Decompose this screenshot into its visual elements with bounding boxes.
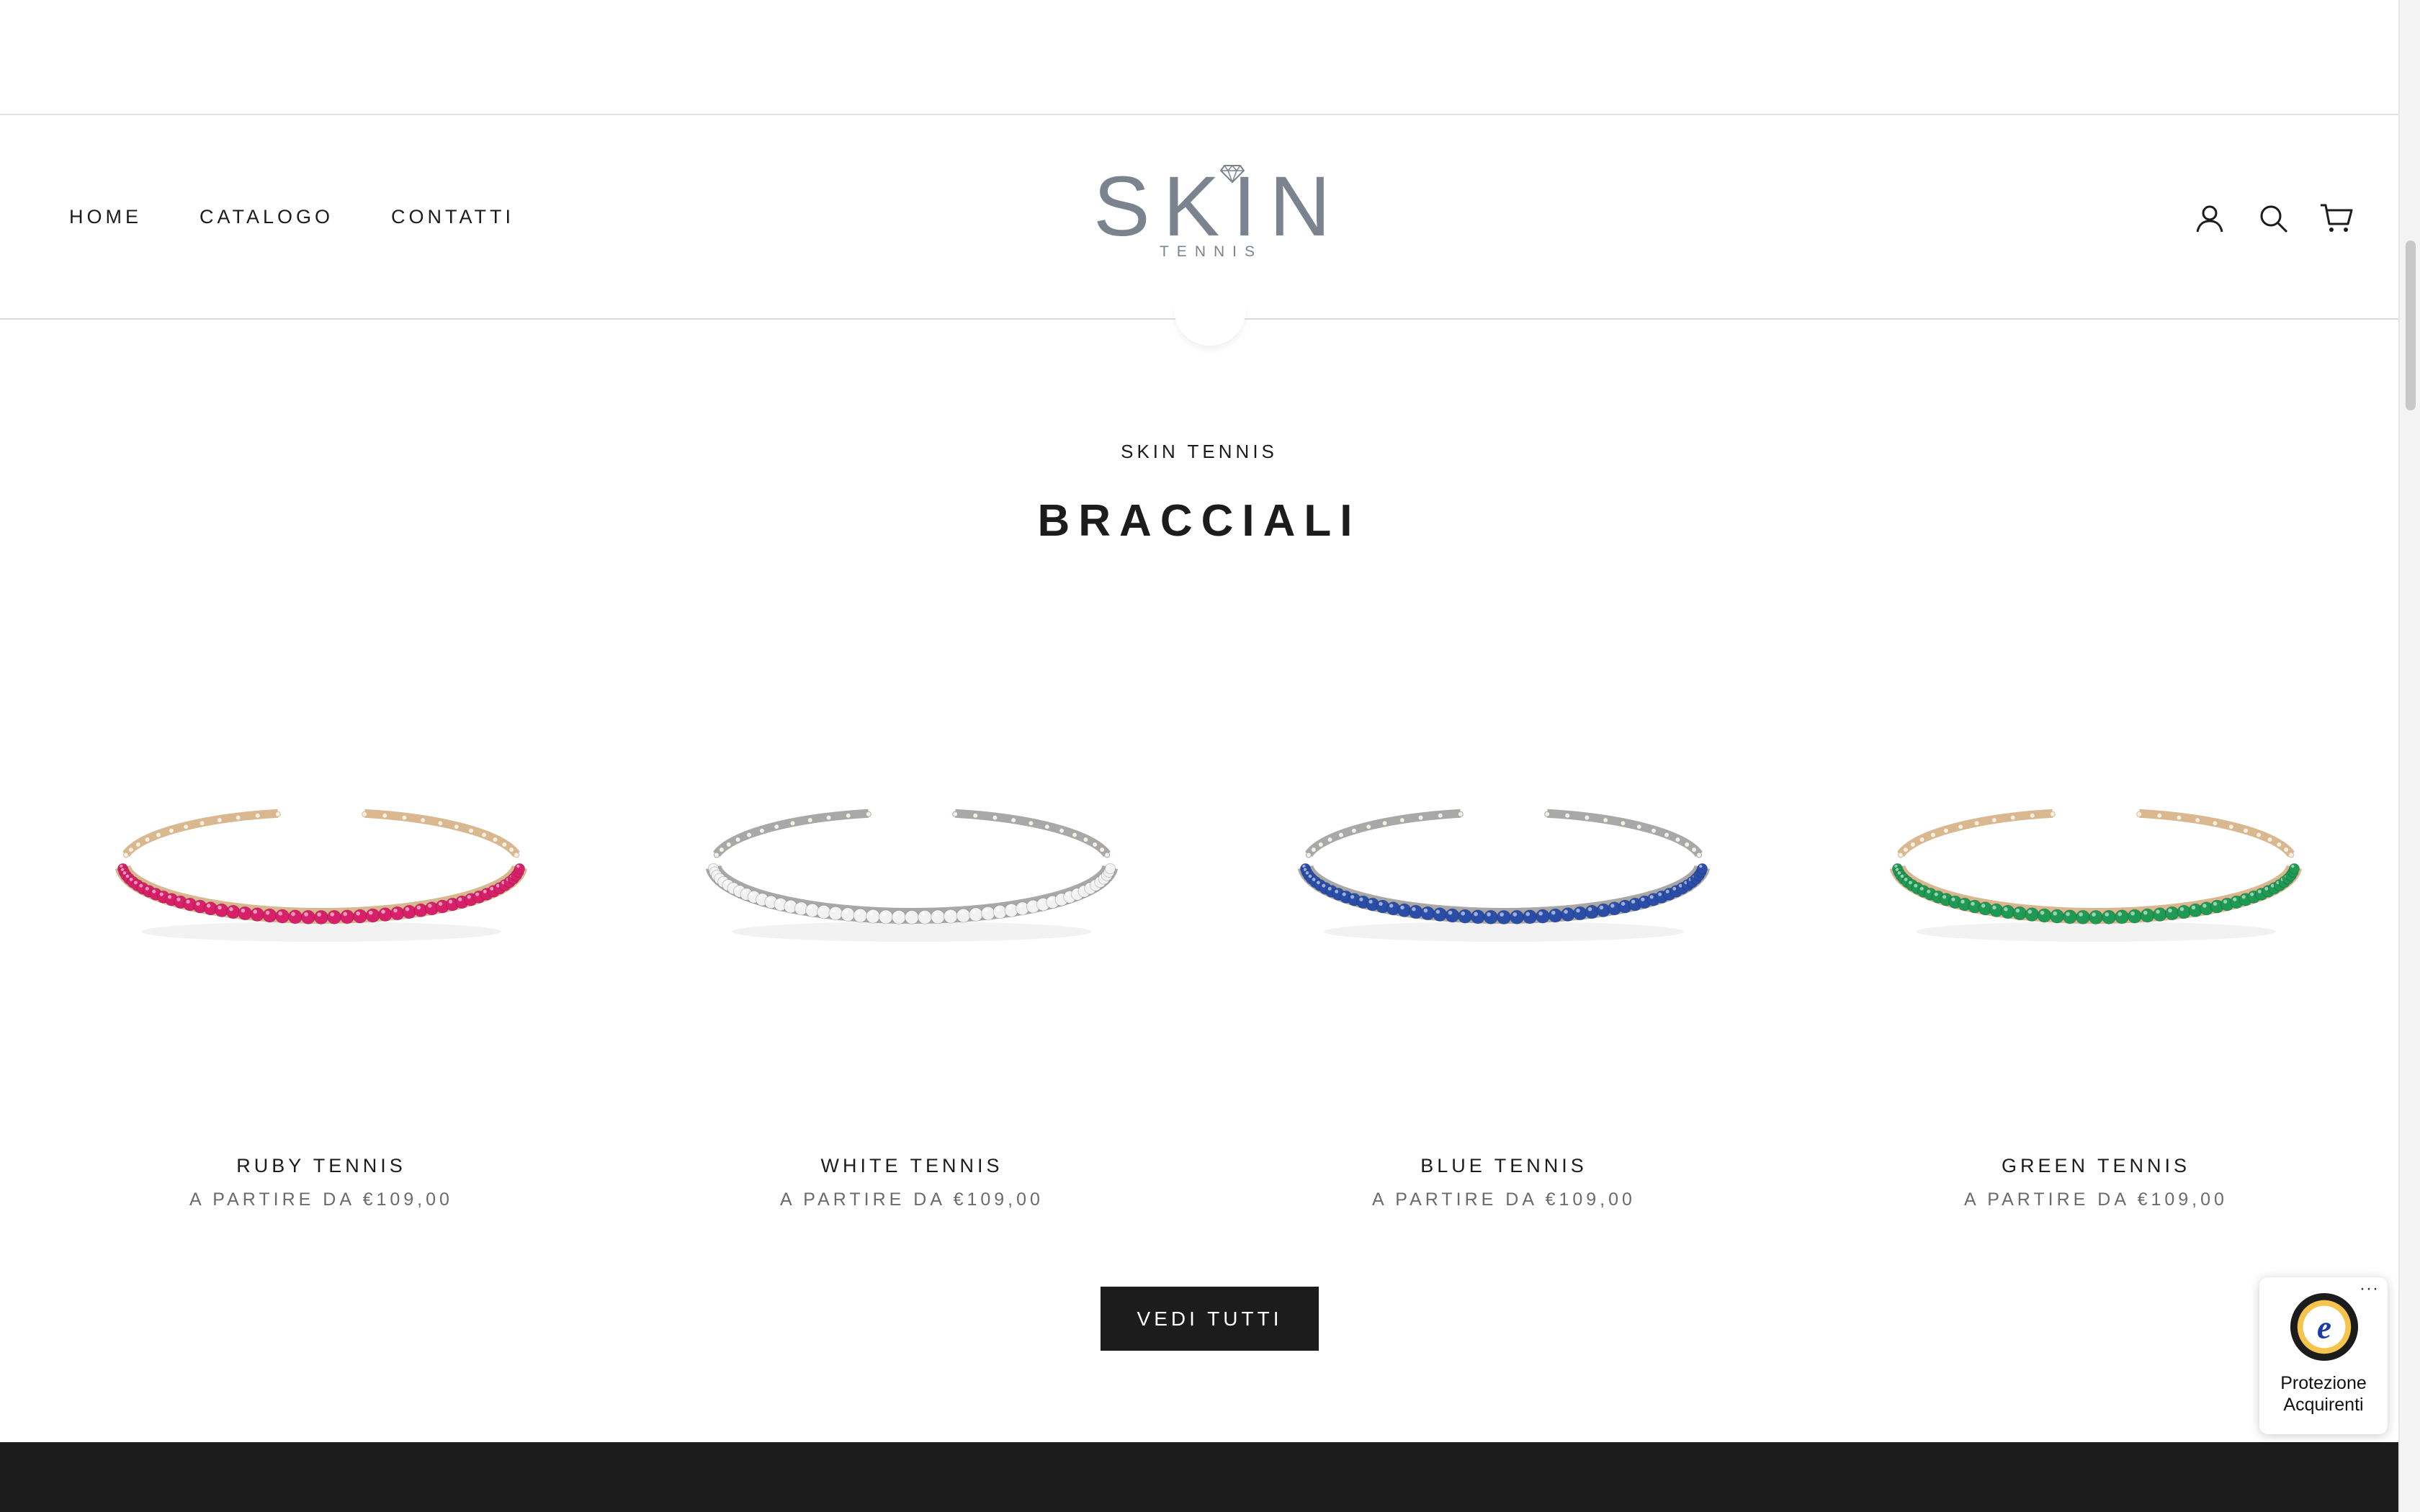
product-price: A PARTIRE DA €109,00: [780, 1189, 1044, 1210]
product-card[interactable]: BLUE TENNIS A PARTIRE DA €109,00: [1247, 648, 1760, 1238]
header-actions: [2192, 117, 2354, 320]
product-image[interactable]: [655, 648, 1168, 1066]
site-header: HOME CATALOGO CONTATTI SKIN TENNIS: [0, 117, 2398, 320]
logo-wordmark: SKIN: [1093, 159, 1344, 254]
product-name[interactable]: WHITE TENNIS: [655, 1155, 1168, 1177]
view-all-button[interactable]: VEDI TUTTI: [1101, 1287, 1319, 1351]
search-icon[interactable]: [2256, 201, 2290, 235]
brand-logo[interactable]: SKIN TENNIS: [1080, 164, 1334, 262]
badge-menu-icon[interactable]: ···: [2360, 1279, 2379, 1299]
product-card[interactable]: WHITE TENNIS A PARTIRE DA €109,00: [655, 648, 1168, 1238]
trusted-shops-badge[interactable]: ··· e Protezione Acquirenti: [2259, 1277, 2388, 1434]
product-card[interactable]: GREEN TENNIS A PARTIRE DA €109,00: [1839, 648, 2352, 1238]
svg-text:e: e: [2317, 1310, 2331, 1346]
badge-label: Protezione Acquirenti: [2259, 1372, 2388, 1416]
product-name[interactable]: BLUE TENNIS: [1247, 1155, 1760, 1177]
cart-icon[interactable]: [2319, 201, 2354, 235]
badge-label-line1: Protezione: [2280, 1373, 2367, 1393]
nav-home-link[interactable]: HOME: [69, 206, 142, 228]
product-image[interactable]: [1247, 648, 1760, 1066]
trusted-shops-seal-icon: e: [2290, 1292, 2359, 1362]
page-scrollbar[interactable]: [2398, 0, 2420, 1512]
product-price: A PARTIRE DA €109,00: [1964, 1189, 2228, 1210]
product-image[interactable]: [1839, 648, 2352, 1066]
scrollbar-thumb[interactable]: [2406, 240, 2416, 410]
product-image[interactable]: [65, 648, 578, 1066]
section-title: BRACCIALI: [1037, 496, 1361, 546]
site-footer: [0, 1442, 2398, 1512]
product-price: A PARTIRE DA €109,00: [189, 1189, 453, 1210]
nav-contacts-link[interactable]: CONTATTI: [391, 206, 514, 228]
product-card[interactable]: RUBY TENNIS A PARTIRE DA €109,00: [65, 648, 578, 1238]
product-name[interactable]: RUBY TENNIS: [65, 1155, 578, 1177]
scroll-indicator[interactable]: [1174, 302, 1246, 346]
section-eyebrow: SKIN TENNIS: [1121, 441, 1278, 462]
product-name[interactable]: GREEN TENNIS: [1839, 1155, 2352, 1177]
product-grid: RUBY TENNIS A PARTIRE DA €109,00 WHITE T…: [65, 648, 2334, 1238]
nav-catalog-link[interactable]: CATALOGO: [200, 206, 333, 228]
account-icon[interactable]: [2192, 201, 2227, 235]
badge-label-line2: Acquirenti: [2283, 1395, 2364, 1415]
main-nav: HOME CATALOGO CONTATTI: [69, 115, 514, 318]
diamond-icon: [1220, 164, 1245, 183]
logo-subtitle: TENNIS: [1159, 243, 1263, 260]
announcement-bar: [0, 0, 2398, 115]
product-price: A PARTIRE DA €109,00: [1372, 1189, 1636, 1210]
